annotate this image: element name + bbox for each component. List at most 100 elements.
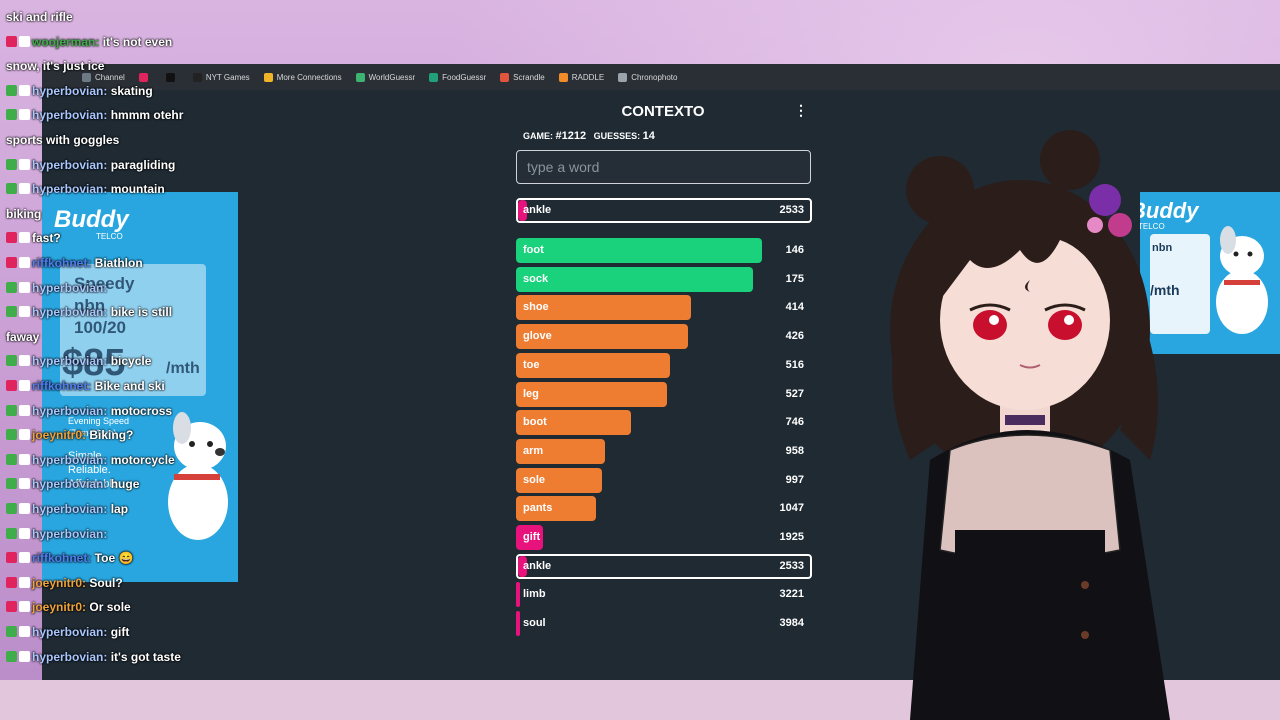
word-input[interactable]: [516, 150, 811, 184]
chat-badge-icon: [6, 527, 17, 539]
bookmark-item[interactable]: FoodGuessr: [429, 72, 486, 82]
chat-message: hyperbovian: gift: [6, 625, 129, 639]
guess-bar: [516, 238, 762, 263]
chat-message: joeynitr0: Or sole: [6, 600, 131, 614]
game-label: GAME:: [523, 131, 553, 141]
sub-badge-icon: [19, 158, 30, 170]
chat-message: snow, it's just ice: [6, 59, 104, 73]
chat-username[interactable]: hyperbovian:: [32, 404, 107, 418]
chat-username[interactable]: hyperbovian:: [32, 281, 107, 295]
sub-badge-icon: [19, 281, 30, 293]
sub-badge-icon: [19, 601, 30, 613]
guess-row: pants 1047: [516, 496, 812, 522]
bookmark-item[interactable]: WorldGuessr: [355, 72, 415, 82]
chat-username[interactable]: riffkohnet:: [32, 551, 91, 565]
chat-username[interactable]: joeynitr0:: [32, 576, 86, 590]
chat-message: hyperbovian: huge: [6, 477, 139, 491]
chat-message: hyperbovian: it's got taste: [6, 650, 181, 664]
chat-badge-icon: [6, 183, 17, 195]
chat-badge-icon: [6, 84, 17, 96]
guess-rank: 3221: [779, 588, 804, 601]
last-guess-row: ankle 2533: [516, 198, 812, 223]
bookmark-label: More Connections: [276, 72, 342, 82]
chat-badge-icon: [6, 429, 17, 441]
chat-text: fast?: [32, 231, 61, 246]
guess-word: foot: [523, 244, 544, 256]
chat-text: Toe 😄: [94, 551, 134, 566]
bookmark-icon: [618, 72, 628, 82]
last-guess-rank: 2533: [779, 204, 804, 216]
guess-word: sole: [523, 473, 546, 486]
bookmark-icon: [558, 72, 568, 82]
bookmark-item[interactable]: More Connections: [263, 72, 342, 82]
sub-badge-icon: [19, 380, 30, 391]
guess-bar: [516, 266, 753, 292]
guess-row: shoe 414: [516, 295, 812, 321]
sub-badge-icon: [19, 306, 30, 318]
chat-text: huge: [110, 477, 140, 492]
chat-text: Biathlon: [94, 256, 143, 270]
chat-username[interactable]: joeynitr0:: [32, 428, 86, 442]
chat-badge-icon: [6, 158, 17, 170]
chat-badge-icon: [6, 576, 17, 588]
chat-message: joeynitr0: Biking?: [6, 428, 133, 442]
sub-badge-icon: [19, 257, 30, 268]
chat-username[interactable]: hyperbovian:: [32, 108, 107, 122]
last-guess-word: ankle: [523, 204, 552, 216]
guess-word: shoe: [523, 301, 549, 314]
guess-row: leg 527: [516, 381, 812, 407]
chat-username[interactable]: hyperbovian:: [32, 650, 107, 664]
chat-username[interactable]: hyperbovian:: [32, 305, 107, 319]
sub-badge-icon: [19, 183, 30, 195]
chat-username[interactable]: hyperbovian:: [32, 84, 107, 98]
chat-username[interactable]: hyperbovian:: [32, 453, 107, 467]
chat-message: hyperbovian: motorcycle: [6, 453, 175, 467]
bookmark-item[interactable]: RADDLE: [558, 72, 604, 82]
chat-username[interactable]: hyperbovian:: [32, 477, 107, 491]
chat-username[interactable]: hyperbovian:: [32, 182, 107, 196]
chat-text: hmmm otehr: [110, 108, 184, 123]
chat-message: joeynitr0: Soul?: [6, 576, 123, 590]
sub-badge-icon: [19, 109, 30, 121]
bookmark-item[interactable]: Chronophoto: [618, 72, 678, 82]
more-menu-icon[interactable]: ⋮: [794, 102, 808, 119]
sub-badge-icon: [19, 552, 30, 564]
chat-text: Bike and ski: [94, 379, 165, 393]
chat-username[interactable]: riffkohnet:: [32, 256, 91, 270]
chat-username[interactable]: hyperbovian:: [32, 158, 107, 172]
chat-badge-icon: [6, 404, 17, 416]
chat-badge-icon: [6, 109, 17, 121]
chat-badge-icon: [6, 478, 17, 490]
guess-row: toe 516: [516, 352, 812, 378]
chat-username[interactable]: hyperbovian:: [32, 502, 107, 516]
guess-row: foot 146: [516, 238, 812, 263]
guess-row: boot 746: [516, 410, 812, 436]
chat-message: faway: [6, 330, 39, 344]
bookmark-icon: [263, 72, 273, 82]
guess-word: ankle: [523, 559, 552, 572]
bookmark-icon: [429, 72, 439, 82]
guess-word: limb: [523, 588, 546, 601]
bookmark-item[interactable]: Scrandle: [500, 72, 545, 82]
chat-username[interactable]: hyperbovian:: [32, 354, 107, 368]
chat-username[interactable]: hyperbovian:: [32, 625, 107, 639]
guess-word: pants: [523, 502, 553, 515]
chat-message: hyperbovian:: [6, 281, 107, 295]
bookmark-icon: [355, 72, 365, 82]
chat-username[interactable]: riffkohnet:: [32, 379, 91, 393]
guess-rank: 997: [785, 473, 804, 486]
chat-badge-icon: [6, 355, 17, 367]
chat-badge-icon: [6, 306, 17, 318]
chat-badge-icon: [6, 453, 17, 465]
guess-row: arm 958: [516, 438, 812, 464]
chat-badge-icon: [6, 650, 17, 662]
chat-username[interactable]: hyperbovian:: [32, 527, 107, 541]
chat-text: Biking?: [89, 428, 134, 443]
chat-text: Or sole: [89, 600, 131, 615]
chat-username[interactable]: woojerman:: [32, 35, 99, 49]
chat-username[interactable]: joeynitr0:: [32, 600, 86, 614]
bookmark-label: Chronophoto: [631, 72, 678, 82]
chat-text: gift: [110, 625, 130, 639]
guess-word: boot: [523, 416, 547, 429]
chat-text: Soul?: [89, 575, 123, 590]
